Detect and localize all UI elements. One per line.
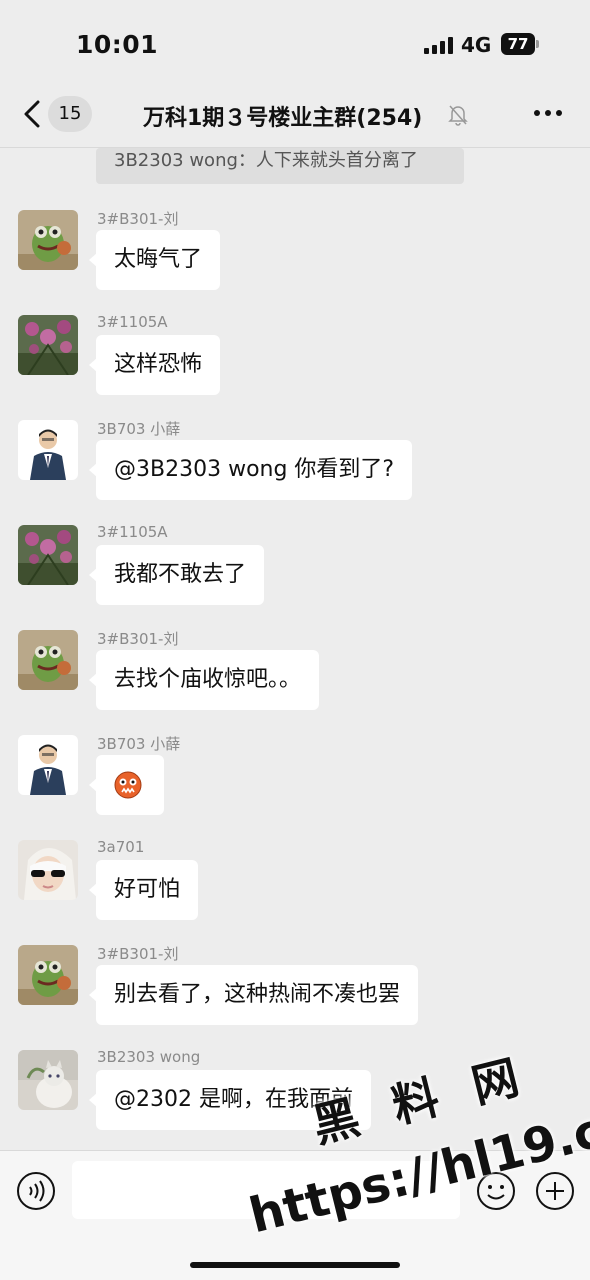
- sender-name: 3B703 小薛: [97, 420, 181, 438]
- message-bubble[interactable]: 去找个庙收惊吧。。: [88, 650, 320, 710]
- message-bubble[interactable]: 别去看了，这种热闹不凑也罢: [88, 965, 419, 1025]
- lily-avatar[interactable]: [18, 525, 78, 585]
- message-row: 3#1105A 我都不敢去了: [0, 523, 590, 625]
- voice-input-icon[interactable]: [16, 1171, 56, 1211]
- message-row: 3#1105A 这样恐怖: [0, 313, 590, 415]
- message-bubble[interactable]: @3B2303 wong 你看到了?: [88, 440, 413, 500]
- more-options-icon[interactable]: [534, 110, 564, 120]
- status-bar: 10:01 4G 77: [0, 0, 590, 84]
- sender-name: 3#B301-刘: [97, 630, 179, 648]
- back-arrow-icon[interactable]: [18, 98, 48, 130]
- battery-level: 77: [501, 33, 535, 55]
- signal-icon: [424, 36, 454, 54]
- frog-avatar[interactable]: [18, 630, 78, 690]
- message-row: 3#B301-刘 别去看了，这种热闹不凑也罢: [0, 945, 590, 1045]
- man-suit-avatar[interactable]: [18, 420, 78, 480]
- sender-name: 3B703 小薛: [97, 735, 181, 753]
- sender-name: 3B2303 wong: [97, 1048, 201, 1066]
- cat-avatar[interactable]: [18, 1050, 78, 1110]
- status-time: 10:01: [76, 30, 159, 59]
- message-row: 3B703 小薛 @3B2303 wong 你看到了?: [0, 420, 590, 520]
- message-bubble[interactable]: 好可怕: [88, 860, 199, 920]
- message-bubble[interactable]: 这样恐怖: [88, 335, 221, 395]
- sunglasses-girl-avatar[interactable]: [18, 840, 78, 900]
- frog-avatar[interactable]: [18, 210, 78, 270]
- sender-name: 3#B301-刘: [97, 210, 179, 228]
- sender-name: 3#1105A: [97, 523, 168, 541]
- battery-icon: 77: [501, 33, 539, 55]
- quoted-message: 3B2303 wong：人下来就头首分离了: [96, 148, 464, 184]
- chat-header: 15 万科1期３号楼业主群(254): [0, 84, 590, 148]
- lily-avatar[interactable]: [18, 315, 78, 375]
- scared-face-emoji-icon: [114, 771, 142, 799]
- unread-count-badge[interactable]: 15: [48, 96, 92, 132]
- message-bubble[interactable]: 太晦气了: [88, 230, 221, 290]
- chat-title[interactable]: 万科1期３号楼业主群(254): [143, 100, 422, 132]
- frog-avatar[interactable]: [18, 945, 78, 1005]
- sender-name: 3#1105A: [97, 313, 168, 331]
- sender-name: 3a701: [97, 838, 145, 856]
- mute-bell-icon: [448, 105, 468, 126]
- message-row: 3a701 好可怕: [0, 838, 590, 940]
- sticker-bubble[interactable]: [89, 755, 164, 815]
- plus-icon[interactable]: [535, 1171, 575, 1211]
- man-suit-avatar[interactable]: [18, 735, 78, 795]
- message-row: 3#B301-刘 去找个庙收惊吧。。: [0, 630, 590, 730]
- network-label: 4G: [461, 33, 492, 57]
- home-indicator: [190, 1262, 400, 1268]
- message-row: 3B703 小薛: [0, 735, 590, 835]
- message-row: 3#B301-刘 太晦气了: [0, 210, 590, 310]
- message-bubble[interactable]: 我都不敢去了: [88, 545, 265, 605]
- sender-name: 3#B301-刘: [97, 945, 179, 963]
